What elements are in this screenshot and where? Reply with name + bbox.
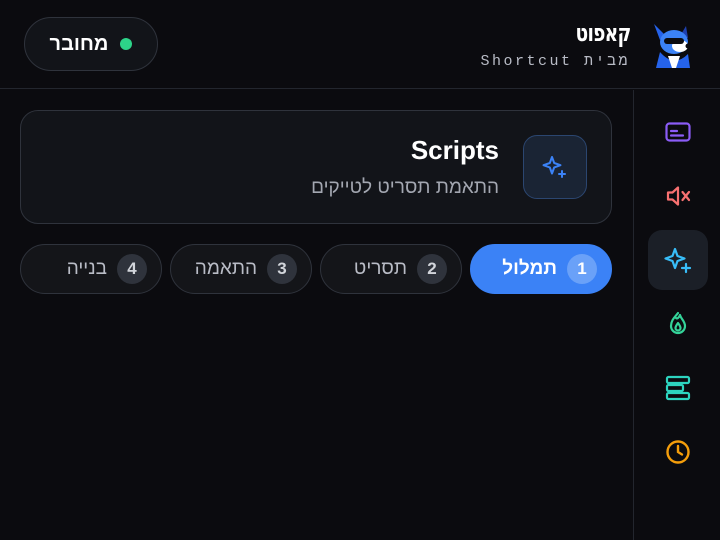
- scripts-card: Scripts התאמת תסריט לטייקים: [20, 110, 612, 224]
- dog-mascot-icon: [654, 24, 691, 68]
- step-number: 1: [567, 254, 597, 284]
- page-title: Scripts: [410, 135, 499, 165]
- sidebar: [633, 90, 720, 540]
- step-label: בנייה: [66, 258, 107, 279]
- brand: קאפוט מבית Shortcut: [480, 14, 698, 74]
- tab-script[interactable]: 2 תסריט: [320, 244, 462, 294]
- step-tabs: 1 תמלול 2 תסריט 3 התאמה 4 בנייה: [20, 244, 612, 294]
- page-subtitle: התאמת תסריט לטייקים: [311, 177, 499, 198]
- sidebar-item-subtitles[interactable]: [648, 102, 708, 162]
- sidebar-item-scripts[interactable]: [648, 230, 708, 290]
- status-label: מחובר: [49, 32, 109, 55]
- brand-logo: קאפוט: [575, 18, 631, 47]
- subtitles-icon: [665, 122, 691, 142]
- sidebar-item-history[interactable]: [648, 422, 708, 482]
- step-number: 4: [117, 254, 147, 284]
- scripts-card-icon-box: [523, 135, 587, 199]
- sidebar-item-viral[interactable]: [648, 294, 708, 354]
- connection-status-button[interactable]: מחובר: [24, 17, 158, 71]
- tab-transcription[interactable]: 1 תמלול: [470, 244, 612, 294]
- sparkles-icon: [664, 247, 692, 274]
- sidebar-item-silence[interactable]: [648, 166, 708, 226]
- step-number: 2: [417, 254, 447, 284]
- sidebar-item-timeline[interactable]: [648, 358, 708, 418]
- timeline-bars-icon: [665, 375, 691, 401]
- step-number: 3: [267, 254, 297, 284]
- volume-mute-icon: [666, 186, 691, 206]
- status-dot-icon: [120, 38, 133, 50]
- sparkles-plus-icon: [542, 156, 566, 178]
- brand-text: קאפוט מבית Shortcut: [480, 19, 630, 70]
- clock-icon: [666, 440, 690, 464]
- app-header: קאפוט מבית Shortcut מחובר: [0, 0, 720, 89]
- flame-icon: [669, 311, 687, 335]
- tab-build[interactable]: 4 בנייה: [20, 244, 162, 294]
- step-label: תסריט: [353, 258, 407, 279]
- tab-matching[interactable]: 3 התאמה: [170, 244, 312, 294]
- brand-subtitle: מבית Shortcut: [480, 52, 630, 70]
- step-label: התאמה: [194, 258, 257, 279]
- step-label: תמלול: [502, 258, 557, 279]
